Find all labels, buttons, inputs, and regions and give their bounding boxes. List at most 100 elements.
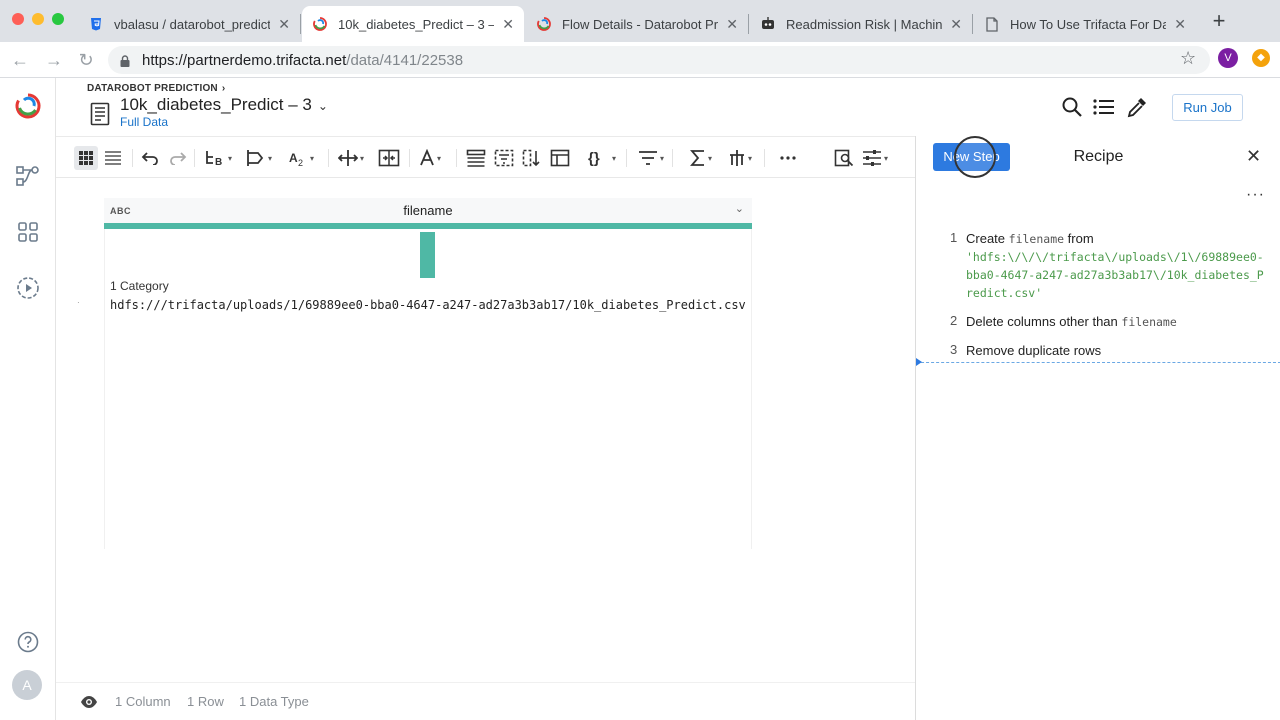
extension-icon[interactable]: ◆ [1252, 49, 1270, 67]
text-format-icon[interactable]: ▾ [419, 146, 441, 170]
recipe-panel: New Step Recipe ✕ ··· 1 Create filename … [915, 136, 1280, 720]
profile-avatar[interactable]: V [1218, 48, 1238, 68]
column-header[interactable]: ABC filename ⌄ [104, 198, 752, 224]
run-job-button[interactable]: Run Job [1172, 94, 1243, 121]
svg-text:{}: {} [588, 150, 600, 167]
close-icon[interactable]: ✕ [278, 16, 290, 33]
forward-icon[interactable]: → [42, 48, 66, 72]
chevron-right-icon: › [221, 83, 226, 94]
help-icon[interactable] [14, 628, 42, 656]
toolbar-divider [328, 149, 329, 167]
breadcrumb-label: DATAROBOT PREDICTION [87, 83, 218, 94]
step-verb: Remove duplicate [966, 343, 1071, 358]
close-icon[interactable]: ✕ [1174, 16, 1186, 33]
svg-text:B: B [215, 157, 222, 167]
eyedropper-icon[interactable] [1126, 96, 1148, 118]
close-window-button[interactable] [12, 13, 24, 25]
close-icon[interactable]: ✕ [1246, 146, 1261, 167]
move-column-icon[interactable]: ▾ [338, 146, 364, 170]
tab-title: How To Use Trifacta For Dat [1010, 16, 1167, 32]
lock-icon [120, 54, 130, 67]
bookmark-star-icon[interactable]: ☆ [1180, 48, 1196, 69]
insert-step-marker [916, 358, 922, 366]
column-search-icon[interactable] [834, 146, 854, 170]
browser-tab-bar: vbalasu / datarobot_predict ✕ 10k_diabet… [0, 0, 1280, 42]
lookup-icon[interactable] [550, 146, 570, 170]
chevron-down-icon: ⌄ [317, 99, 328, 113]
insert-step-line [916, 362, 1280, 363]
step-text: Remove duplicate rows [966, 342, 1266, 360]
minimize-window-button[interactable] [32, 13, 44, 25]
breadcrumb[interactable]: DATAROBOT PREDICTION › [87, 83, 225, 94]
step-number: 2 [950, 313, 958, 328]
step-text: Create filename from 'hdfs:\/\/\/trifact… [966, 230, 1266, 302]
close-icon[interactable]: ✕ [726, 16, 738, 33]
transform-toolbar: B ▾ ▾ A 2 ▾ ▾ ▾ {} ▾ ▾ ▾ ▾ ▾ [56, 136, 915, 178]
row-filter-icon[interactable] [494, 146, 514, 170]
toolbar-divider [194, 149, 195, 167]
data-type-count[interactable]: 1 Data Type [239, 694, 309, 709]
close-icon[interactable]: ✕ [950, 16, 962, 33]
new-tab-button[interactable]: + [1206, 8, 1232, 34]
column-name: filename [403, 203, 453, 218]
category-count: 1 Category [110, 279, 169, 293]
browser-tab-1[interactable]: vbalasu / datarobot_predict ✕ [78, 6, 300, 42]
browser-tab-2[interactable]: 10k_diabetes_Predict – 3 – T ✕ [302, 6, 524, 42]
row-count: 1 Row [187, 694, 224, 709]
format-text-icon[interactable]: A 2 ▾ [288, 146, 314, 170]
step-number: 1 [950, 230, 958, 245]
url-field[interactable]: https://partnerdemo.trifacta.net/data/41… [108, 46, 1210, 74]
toolbar-divider [764, 149, 765, 167]
column-list-icon[interactable] [1092, 96, 1114, 118]
chevron-down-icon[interactable]: ⌄ [735, 202, 744, 215]
browser-tab-4[interactable]: Readmission Risk | Machine ✕ [750, 6, 972, 42]
grid-view-icon[interactable] [74, 146, 98, 170]
restructure-icon[interactable]: B ▾ [204, 146, 232, 170]
histogram-bar[interactable] [420, 232, 435, 278]
step-column: filename [1008, 232, 1065, 246]
step-verb: Delete columns other than [966, 314, 1118, 329]
row-index: · [77, 298, 80, 307]
close-icon[interactable]: ✕ [502, 16, 514, 33]
page-icon [984, 16, 1000, 32]
sample-link[interactable]: Full Data [120, 115, 168, 129]
split-column-icon[interactable]: ▾ [246, 146, 272, 170]
flows-icon[interactable] [14, 162, 42, 190]
dataset-header: DATAROBOT PREDICTION › 10k_diabetes_Predi… [56, 78, 1280, 136]
toolbar-divider [672, 149, 673, 167]
more-icon[interactable] [780, 146, 796, 170]
list-view-icon[interactable] [104, 146, 122, 170]
search-icon[interactable] [1061, 96, 1083, 118]
filter-rows-icon[interactable] [466, 146, 486, 170]
table-cell[interactable]: hdfs:///trifacta/uploads/1/69889ee0-bba0… [110, 298, 746, 312]
merge-columns-icon[interactable] [378, 146, 400, 170]
app-left-rail: A [0, 78, 56, 720]
maximize-window-button[interactable] [52, 13, 64, 25]
nested-functions-icon[interactable]: {} ▾ [588, 146, 616, 170]
reload-icon[interactable]: ↻ [74, 48, 98, 72]
sort-icon[interactable] [522, 146, 542, 170]
aggregate-sigma-icon[interactable]: ▾ [690, 146, 712, 170]
browser-tab-3[interactable]: Flow Details - Datarobot Pre ✕ [526, 6, 748, 42]
undo-icon[interactable] [141, 146, 159, 170]
step-verb: Create [966, 231, 1006, 246]
library-icon[interactable] [14, 218, 42, 246]
recipe-title: Recipe [1073, 148, 1124, 165]
user-avatar[interactable]: A [12, 670, 42, 700]
filter-icon[interactable]: ▾ [638, 146, 664, 170]
datarobot-icon [760, 16, 776, 32]
url-host: https://partnerdemo.trifacta.net [142, 51, 347, 69]
browser-tab-5[interactable]: How To Use Trifacta For Dat ✕ [974, 6, 1196, 42]
settings-sliders-icon[interactable]: ▾ [862, 146, 888, 170]
svg-text:2: 2 [298, 158, 303, 167]
back-icon[interactable]: ← [8, 48, 32, 72]
page-title[interactable]: 10k_diabetes_Predict – 3 ⌄ [120, 95, 328, 115]
more-options-icon[interactable]: ··· [1246, 186, 1265, 204]
trifacta-logo-icon[interactable] [14, 92, 42, 120]
svg-text:A: A [289, 151, 298, 165]
eye-icon[interactable] [80, 693, 98, 711]
jobs-icon[interactable] [14, 274, 42, 302]
redo-icon[interactable] [169, 146, 187, 170]
join-icon[interactable]: ▾ [728, 146, 752, 170]
column-count[interactable]: 1 Column [115, 694, 171, 709]
